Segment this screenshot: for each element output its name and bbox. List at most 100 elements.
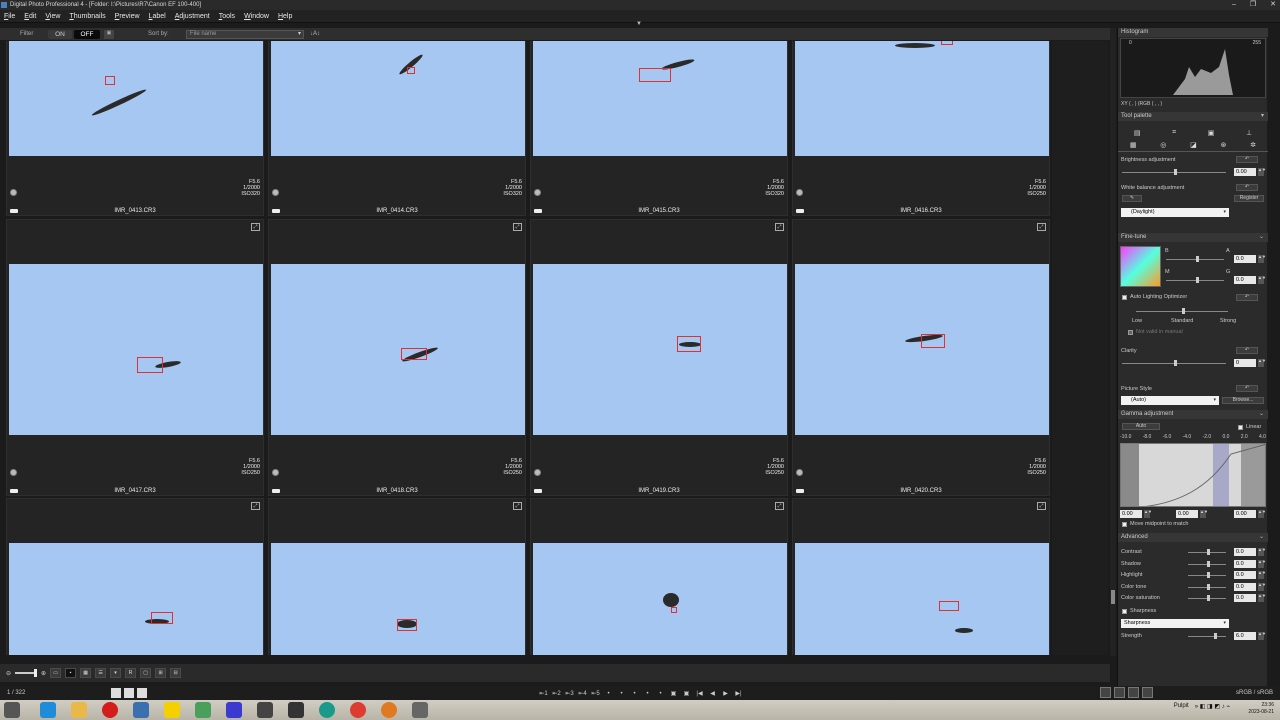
menu-window[interactable]: Window <box>244 13 269 20</box>
thumbnail-image[interactable] <box>9 543 263 655</box>
file-explorer-icon[interactable] <box>71 702 87 718</box>
brightness-value[interactable]: 0.00 ▲▼ <box>1234 168 1266 176</box>
thumbnail-image[interactable] <box>795 264 1049 435</box>
frame-button[interactable]: ▢ <box>140 668 152 678</box>
scrollbar-thumb[interactable] <box>1111 590 1115 604</box>
rating-5-button[interactable]: ⇤5 <box>590 687 601 701</box>
thumbnail-image[interactable] <box>795 543 1049 655</box>
rating-2-button[interactable]: ⇤2 <box>551 687 562 701</box>
tab-basic-icon[interactable]: ▦ <box>1130 141 1137 149</box>
alo-disable-checkbox[interactable] <box>1128 330 1133 335</box>
clock[interactable]: 23:36 2023-08-21 <box>1248 702 1274 716</box>
pulpit-label[interactable]: Pulpit <box>1174 703 1189 710</box>
view-small-button[interactable]: ▭ <box>50 668 62 678</box>
gamma-header[interactable]: Gamma adjustment ⌄ <box>1118 410 1268 419</box>
highlight-slider[interactable] <box>1188 572 1226 578</box>
thumbnail-cell[interactable]: F5.6 1/2000 ISO320 IMR_0415.CR3 <box>530 41 788 216</box>
move-midpoint-checkbox[interactable] <box>1122 522 1127 527</box>
edge-icon[interactable] <box>40 702 56 718</box>
color-tone-slider[interactable] <box>1188 584 1226 590</box>
compare-icon[interactable]: ▤ <box>1134 129 1141 137</box>
color-tone-value[interactable]: 0.0 ▲▼ <box>1234 583 1266 591</box>
crop-icon[interactable]: ⌗ <box>1172 129 1176 137</box>
thumbnail-image[interactable] <box>9 41 263 156</box>
sort-by-select[interactable]: File name ▾ <box>186 29 304 39</box>
strength-value[interactable]: 6.0 ▲▼ <box>1234 632 1266 640</box>
highlight-value[interactable]: 0.0 ▲▼ <box>1234 571 1266 579</box>
gamma-white-value[interactable]: 0.00 ▲▼ <box>1234 510 1266 518</box>
thumbnail-cell[interactable]: ⤢ F5.6 1/2000 ISO250 IMR_0417.CR3 <box>6 219 264 496</box>
zoom-icon[interactable]: ⤢ <box>251 223 260 231</box>
list-view-icon[interactable] <box>137 688 147 698</box>
label-dot[interactable]: • <box>629 687 640 701</box>
rating-4-button[interactable]: ⇤4 <box>577 687 588 701</box>
register-button[interactable]: Register <box>1234 195 1264 202</box>
alo-checkbox[interactable] <box>1122 295 1127 300</box>
toolbar-collapse-icon[interactable]: ▼ <box>636 21 642 27</box>
picture-style-reset-button[interactable]: ↶ <box>1236 385 1258 392</box>
menu-thumbnails[interactable]: Thumbnails <box>69 13 105 20</box>
chrome-icon[interactable] <box>350 702 366 718</box>
fine-tune-header[interactable]: Fine-tune ⌄ <box>1118 233 1268 242</box>
image-icon[interactable]: ▣ <box>1208 129 1215 137</box>
thumbnail-image[interactable] <box>533 41 787 156</box>
thumbnail-image[interactable] <box>795 41 1049 156</box>
menu-adjustment[interactable]: Adjustment <box>175 13 210 20</box>
zoom-icon[interactable]: ⤢ <box>513 223 522 231</box>
contrast-slider[interactable] <box>1188 549 1226 555</box>
shadow-value[interactable]: 0.0 ▲▼ <box>1234 560 1266 568</box>
rating-1-button[interactable]: ⇤1 <box>538 687 549 701</box>
shadow-slider[interactable] <box>1188 561 1226 567</box>
tool-palette-header[interactable]: Tool palette ▾ <box>1118 112 1268 121</box>
zoom-out-icon[interactable]: ⊖ <box>6 670 11 677</box>
menu-label[interactable]: Label <box>149 13 166 20</box>
last-image-button[interactable]: ▶| <box>733 687 744 701</box>
thumbnail-image[interactable] <box>271 543 525 655</box>
brightness-reset-button[interactable]: ↶ <box>1236 156 1258 163</box>
menu-view[interactable]: View <box>45 13 60 20</box>
tab-tone-icon[interactable]: ◪ <box>1190 141 1197 149</box>
gamma-auto-button[interactable]: Auto <box>1122 423 1160 430</box>
batman-icon[interactable] <box>164 702 180 718</box>
layout-icon[interactable] <box>1128 687 1139 698</box>
sort-direction-button[interactable]: ↓A↕ <box>310 31 320 37</box>
tab-settings-icon[interactable]: ✲ <box>1250 141 1256 149</box>
close-button[interactable]: ✕ <box>1270 0 1276 10</box>
rating-3-button[interactable]: ⇤3 <box>564 687 575 701</box>
clarity-slider[interactable] <box>1122 360 1226 366</box>
multi-view-button[interactable]: ⊞ <box>155 668 167 678</box>
color-saturation-value[interactable]: 0.0 ▲▼ <box>1234 594 1266 602</box>
edit-view-icon[interactable] <box>124 688 134 698</box>
app-icon[interactable] <box>288 702 304 718</box>
rotate-right-icon[interactable]: ▣ <box>681 687 692 701</box>
zoom-icon[interactable]: ⤢ <box>775 223 784 231</box>
gamma-mid-value[interactable]: 0.00 ▲▼ <box>1176 510 1208 518</box>
preview-icon[interactable] <box>1114 687 1125 698</box>
zoom-icon[interactable]: ⤢ <box>1037 502 1046 510</box>
zoom-icon[interactable]: ⤢ <box>513 502 522 510</box>
thumbnail-image[interactable] <box>271 41 525 156</box>
view-list-button[interactable]: ☰ <box>95 668 107 678</box>
opera-icon[interactable] <box>102 702 118 718</box>
previous-image-button[interactable]: ◀ <box>707 687 718 701</box>
thumbnail-cell[interactable]: ⤢ <box>268 498 526 655</box>
compare-view-button[interactable]: ⊟ <box>170 668 182 678</box>
thumbnail-cell[interactable]: ⤢ <box>6 498 264 655</box>
fit-icon[interactable] <box>1100 687 1111 698</box>
raw-jpeg-button[interactable]: R <box>125 668 137 678</box>
zoom-icon[interactable]: ⤢ <box>775 502 784 510</box>
tab-detail-icon[interactable]: ◎ <box>1160 141 1166 149</box>
stamp-icon[interactable]: ⊥ <box>1246 129 1252 137</box>
view-large-button[interactable]: ▪ <box>65 668 77 678</box>
histogram-header[interactable]: Histogram <box>1118 28 1268 37</box>
next-image-button[interactable]: ▶ <box>720 687 731 701</box>
picture-style-select[interactable]: (Auto) ▾ <box>1121 396 1219 405</box>
eyedropper-button[interactable]: ✎ <box>1122 195 1142 202</box>
label-dot[interactable]: • <box>642 687 653 701</box>
thumbnail-cell[interactable]: ⤢ F5.6 1/2000 ISO250 IMR_0420.CR3 <box>792 219 1050 496</box>
thumbnail-size-slider[interactable] <box>15 669 38 677</box>
dpp-icon[interactable] <box>412 702 428 718</box>
advanced-header[interactable]: Advanced ⌄ <box>1118 533 1268 542</box>
zoom-in-icon[interactable]: ⊕ <box>41 670 46 677</box>
menu-tools[interactable]: Tools <box>219 13 235 20</box>
